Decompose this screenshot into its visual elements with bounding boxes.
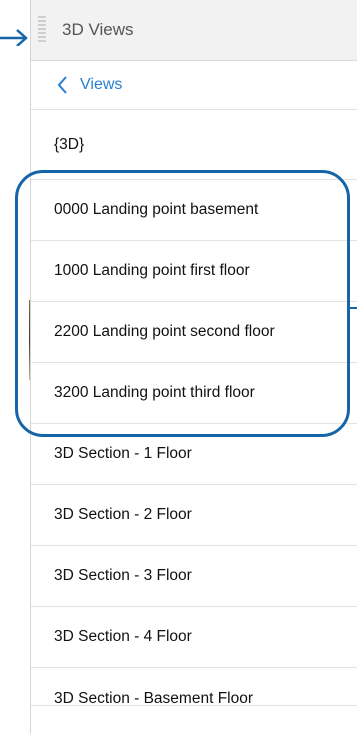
list-item[interactable]: 3D Section - 3 Floor <box>31 546 357 607</box>
divider <box>31 705 357 706</box>
list-item-label: 1000 Landing point first floor <box>54 262 250 279</box>
list-item-label: 0000 Landing point basement <box>54 201 259 218</box>
panel-title: 3D Views <box>62 20 134 39</box>
list-item[interactable]: 2200 Landing point second floor <box>31 302 357 363</box>
panel-header: 3D Views <box>31 0 357 61</box>
list-item[interactable]: {3D} <box>31 110 357 180</box>
list-item[interactable]: 3200 Landing point third floor <box>31 363 357 424</box>
drag-handle-icon[interactable] <box>38 16 46 42</box>
list-item-label: 3D Section - 2 Floor <box>54 506 192 523</box>
list-item-label: 3D Section - 3 Floor <box>54 567 192 584</box>
list-item-label: 3D Section - 4 Floor <box>54 628 192 645</box>
views-list: {3D} 0000 Landing point basement 1000 La… <box>31 110 357 729</box>
list-item-label: 3200 Landing point third floor <box>54 384 255 401</box>
list-item[interactable]: 3D Section - 4 Floor <box>31 607 357 668</box>
chevron-left-icon <box>57 76 67 94</box>
list-item-label: {3D} <box>54 135 85 153</box>
background-strip <box>0 0 32 734</box>
arrow-right-icon <box>0 29 28 46</box>
callout-leader <box>349 307 357 309</box>
list-item[interactable]: 3D Section - 1 Floor <box>31 424 357 485</box>
back-button[interactable]: Views <box>31 61 357 110</box>
list-item[interactable]: 0000 Landing point basement <box>31 180 357 241</box>
list-item[interactable]: 1000 Landing point first floor <box>31 241 357 302</box>
list-item[interactable]: 3D Section - Basement Floor <box>31 668 357 729</box>
list-item[interactable]: 3D Section - 2 Floor <box>31 485 357 546</box>
back-label: Views <box>80 76 123 93</box>
views-panel: 3D Views Views {3D} 0000 Landing point b… <box>30 0 357 734</box>
page: 3D Views Views {3D} 0000 Landing point b… <box>0 0 357 734</box>
list-item-label: 3D Section - 1 Floor <box>54 445 192 462</box>
list-item-label: 2200 Landing point second floor <box>54 323 275 340</box>
